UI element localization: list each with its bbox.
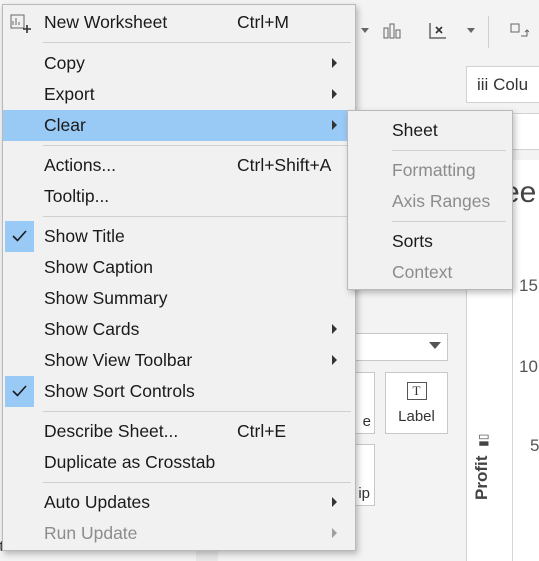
submenu-arrow-icon [332,497,337,507]
menu-item-actions[interactable]: Actions... Ctrl+Shift+A [3,150,355,181]
menu-item-show-view-toolbar[interactable]: Show View Toolbar [3,345,355,376]
mark-card-label-text: Label [398,407,435,425]
axis-title[interactable]: Profit ▮▯ [472,434,492,500]
mark-card-label-fragment: e [362,413,371,430]
menu-item-show-sort-controls[interactable]: Show Sort Controls [3,376,355,407]
submenu-arrow-icon [332,528,337,538]
columns-icon: iii [477,75,489,94]
axis-tick-label: 5 [530,436,539,455]
menu-divider [43,42,351,43]
submenu-item-label: Sheet [392,120,438,140]
axis-title-text: Profit [472,455,491,500]
menu-item-auto-updates[interactable]: Auto Updates [3,487,355,518]
axis-tick-label: 15 [519,276,538,295]
columns-shelf-label: Colu [493,75,529,94]
menu-item-show-title[interactable]: Show Title [3,221,355,252]
clear-dropdown-icon[interactable] [458,18,484,44]
menu-item-label: Clear [44,115,86,135]
checkmark-icon [5,376,34,407]
sort-icon[interactable]: ▮▯ [476,434,490,447]
chevron-down-icon [429,342,441,349]
submenu-arrow-icon [332,89,337,99]
menu-item-label: Describe Sheet... [44,421,179,441]
mark-card-label-fragment: ip [358,485,370,502]
clear-sheet-icon[interactable] [426,18,452,44]
menu-item-label: New Worksheet [44,12,168,32]
menu-item-label: Run Update [44,523,138,543]
menu-item-label: Auto Updates [44,492,151,512]
context-menu: New Worksheet Ctrl+M Copy Export Clear A… [2,4,356,551]
menu-item-label: Duplicate as Crosstab [44,452,216,472]
menu-item-label: Show View Toolbar [44,350,193,370]
new-worksheet-icon [10,14,31,33]
toolbar-divider [488,16,489,48]
y-axis[interactable] [512,264,539,561]
submenu-item-label: Formatting [392,160,476,180]
submenu-item-sorts[interactable]: Sorts [348,226,512,257]
menu-item-export[interactable]: Export [3,79,355,110]
submenu-item-context: Context [348,257,512,288]
menu-divider [392,150,506,151]
submenu-arrow-icon [332,58,337,68]
menu-divider [43,216,351,217]
menu-item-label: Copy [44,53,85,73]
submenu-item-label: Sorts [392,231,433,251]
menu-item-label: Show Summary [44,288,168,308]
menu-item-show-cards[interactable]: Show Cards [3,314,355,345]
menu-item-show-caption[interactable]: Show Caption [3,252,355,283]
axis-tick-label: 10 [519,357,538,376]
submenu-item-axis-ranges: Axis Ranges [348,186,512,217]
menu-item-new-worksheet[interactable]: New Worksheet Ctrl+M [3,7,355,38]
menu-item-tooltip[interactable]: Tooltip... [3,181,355,212]
menu-item-copy[interactable]: Copy [3,48,355,79]
menu-divider [43,482,351,483]
submenu-item-formatting: Formatting [348,155,512,186]
menu-item-show-summary[interactable]: Show Summary [3,283,355,314]
menu-item-run-update: Run Update [3,518,355,549]
clear-submenu: Sheet Formatting Axis Ranges Sorts Conte… [347,110,513,290]
submenu-arrow-icon [332,355,337,365]
menu-item-shortcut: Ctrl+E [237,421,287,441]
checkmark-icon [5,221,34,252]
menu-item-label: Show Caption [44,257,153,277]
menu-item-shortcut: Ctrl+Shift+A [237,155,332,175]
submenu-item-label: Axis Ranges [392,191,491,211]
menu-item-label: Show Cards [44,319,140,339]
columns-shelf[interactable]: iii Colu [466,66,539,103]
menu-divider [43,145,351,146]
menu-divider [392,221,506,222]
menu-item-label: Show Title [44,226,125,246]
menu-item-label: Tooltip... [44,186,110,206]
submenu-arrow-icon [332,120,337,130]
menu-item-shortcut: Ctrl+M [237,12,290,32]
text-label-icon: T [406,381,427,400]
submenu-arrow-icon [332,324,337,334]
menu-item-describe-sheet[interactable]: Describe Sheet... Ctrl+E [3,416,355,447]
submenu-item-sheet[interactable]: Sheet [348,115,512,146]
menu-item-duplicate-as-crosstab[interactable]: Duplicate as Crosstab [3,447,355,478]
menu-item-clear[interactable]: Clear [3,110,355,141]
show-me-icon[interactable] [380,18,406,44]
submenu-item-label: Context [392,262,453,282]
menu-item-label: Actions... [44,155,116,175]
menu-item-label: Show Sort Controls [44,381,195,401]
mark-card-label[interactable]: T Label [385,372,448,434]
menu-divider [43,411,351,412]
menu-item-label: Export [44,84,95,104]
swap-rows-columns-icon[interactable] [506,18,532,44]
